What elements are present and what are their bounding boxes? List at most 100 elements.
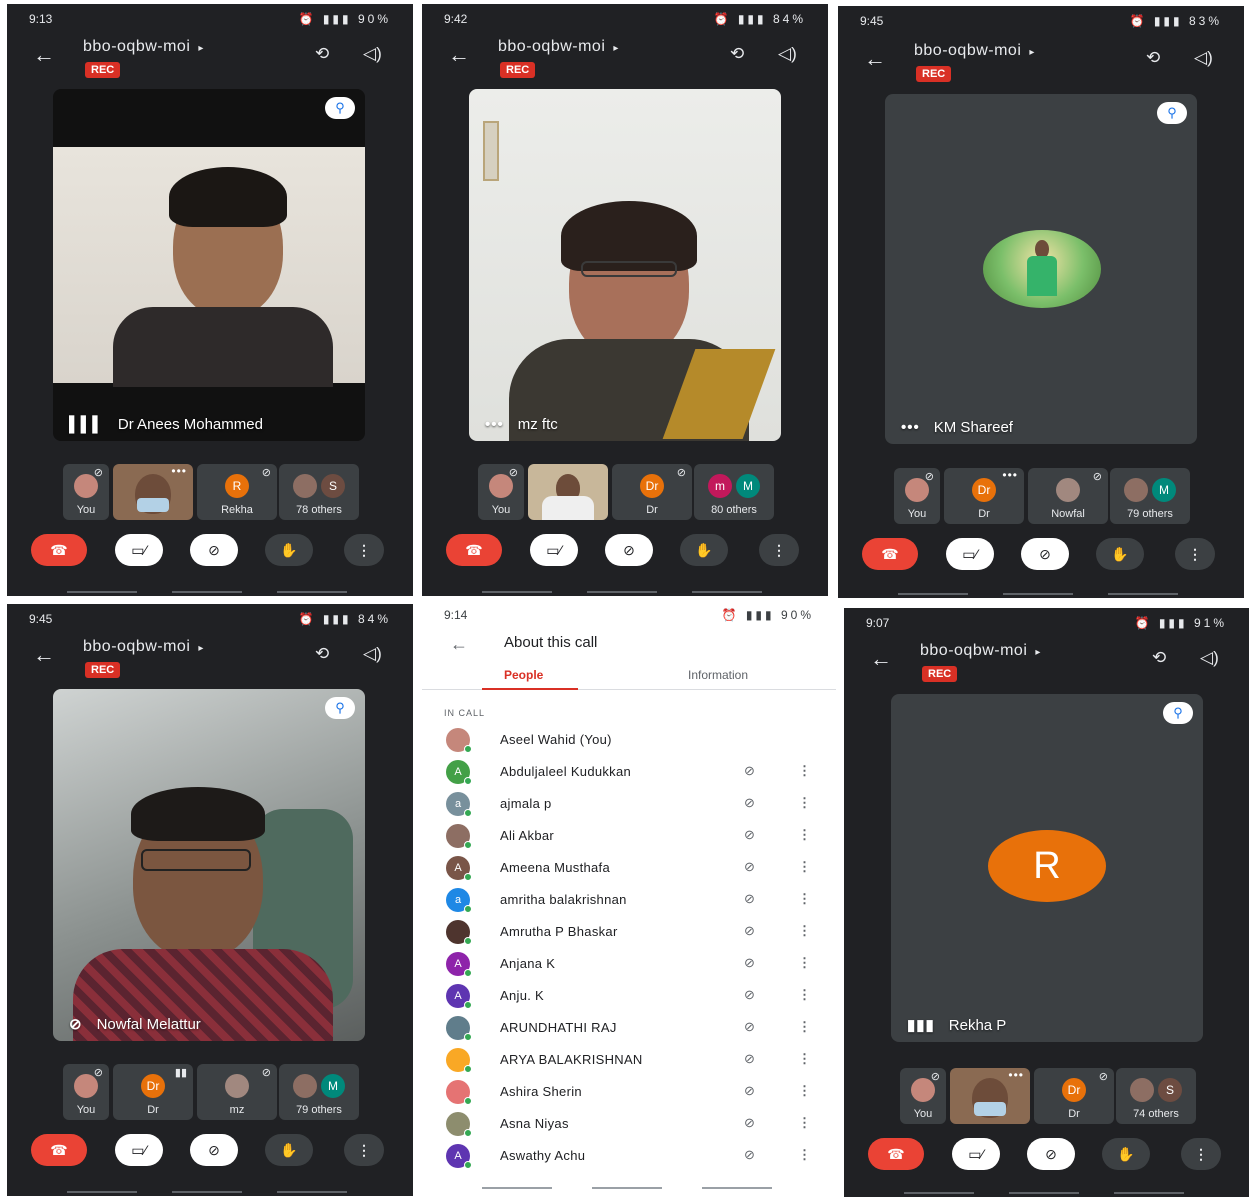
main-video-tile[interactable]: ⚲ ••• KM Shareef	[885, 94, 1197, 444]
camera-switch-icon[interactable]: ⟲	[1146, 48, 1160, 68]
meeting-code[interactable]: bbo-oqbw-moi ▸	[498, 38, 619, 56]
main-video-tile[interactable]: ⚲ ▌▌▌ Dr Anees Mohammed	[53, 89, 365, 441]
mic-off-icon[interactable]: ⊘	[744, 1147, 755, 1163]
back-arrow-icon[interactable]: ←	[33, 42, 55, 68]
more-options-button[interactable]: ⋮	[344, 534, 384, 566]
participant-row[interactable]: Amrutha P Bhaskar ⊘ ⋮	[422, 916, 836, 948]
mic-off-icon[interactable]: ⊘	[744, 795, 755, 811]
camera-switch-icon[interactable]: ⟲	[1152, 648, 1166, 668]
participant-row[interactable]: A Anjana K ⊘ ⋮	[422, 948, 836, 980]
mic-off-icon[interactable]: ⊘	[744, 763, 755, 779]
raise-hand-button[interactable]: ✋	[1096, 538, 1144, 570]
more-vert-icon[interactable]: ⋮	[798, 891, 811, 907]
more-options-button[interactable]: ⋮	[344, 1134, 384, 1166]
pin-icon[interactable]: ⚲	[325, 97, 355, 119]
pin-icon[interactable]: ⚲	[1157, 102, 1187, 124]
thumb-you[interactable]: ⊘ You	[900, 1068, 946, 1124]
hang-up-button[interactable]: ☎	[868, 1138, 924, 1170]
more-vert-icon[interactable]: ⋮	[798, 955, 811, 971]
speaker-icon[interactable]: ◁)	[1194, 48, 1213, 68]
mic-off-button[interactable]: ⊘	[190, 1134, 238, 1166]
hang-up-button[interactable]: ☎	[446, 534, 502, 566]
back-arrow-icon[interactable]: ←	[864, 46, 886, 72]
thumb-others[interactable]: M 79 others	[279, 1064, 359, 1120]
meeting-code[interactable]: bbo-oqbw-moi ▸	[914, 42, 1035, 60]
thumb-you[interactable]: ⊘ You	[478, 464, 524, 520]
more-vert-icon[interactable]: ⋮	[798, 987, 811, 1003]
participant-row[interactable]: ARYA BALAKRISHNAN ⊘ ⋮	[422, 1044, 836, 1076]
thumb-dr[interactable]: ••• Dr Dr	[944, 468, 1024, 524]
thumb-dr[interactable]: ▮▮ Dr Dr	[113, 1064, 193, 1120]
thumb-you[interactable]: ⊘ You	[63, 1064, 109, 1120]
hang-up-button[interactable]: ☎	[862, 538, 918, 570]
hang-up-button[interactable]: ☎	[31, 1134, 87, 1166]
raise-hand-button[interactable]: ✋	[265, 1134, 313, 1166]
camera-off-button[interactable]: ▭⁄	[115, 534, 163, 566]
meeting-code[interactable]: bbo-oqbw-moi ▸	[83, 638, 204, 656]
speaker-icon[interactable]: ◁)	[363, 44, 382, 64]
mic-off-icon[interactable]: ⊘	[744, 1115, 755, 1131]
thumb-you[interactable]: ⊘ You	[894, 468, 940, 524]
back-arrow-icon[interactable]: ←	[870, 646, 892, 672]
thumb-you[interactable]: ⊘ You	[63, 464, 109, 520]
speaker-icon[interactable]: ◁)	[1200, 648, 1219, 668]
thumb-nowfal[interactable]: ⊘ Nowfal	[1028, 468, 1108, 524]
more-vert-icon[interactable]: ⋮	[798, 1147, 811, 1163]
participant-row[interactable]: Aseel Wahid (You)	[422, 724, 836, 756]
participant-row[interactable]: ARUNDHATHI RAJ ⊘ ⋮	[422, 1012, 836, 1044]
mic-off-icon[interactable]: ⊘	[744, 1019, 755, 1035]
participant-row[interactable]: A Abduljaleel Kudukkan ⊘ ⋮	[422, 756, 836, 788]
participant-row[interactable]: A Anju. K ⊘ ⋮	[422, 980, 836, 1012]
thumb-rekha[interactable]: ⊘ R Rekha	[197, 464, 277, 520]
mic-off-icon[interactable]: ⊘	[744, 987, 755, 1003]
raise-hand-button[interactable]: ✋	[265, 534, 313, 566]
mic-off-button[interactable]: ⊘	[1027, 1138, 1075, 1170]
back-arrow-icon[interactable]: ←	[448, 42, 470, 68]
camera-off-button[interactable]: ▭⁄	[530, 534, 578, 566]
more-vert-icon[interactable]: ⋮	[798, 1019, 811, 1035]
tab-information[interactable]: Information	[688, 668, 748, 682]
meeting-code[interactable]: bbo-oqbw-moi ▸	[83, 38, 204, 56]
more-vert-icon[interactable]: ⋮	[798, 923, 811, 939]
thumb-video[interactable]: •••	[950, 1068, 1030, 1124]
more-vert-icon[interactable]: ⋮	[798, 859, 811, 875]
thumb-mz[interactable]: ⊘ mz	[197, 1064, 277, 1120]
mic-off-button[interactable]: ⊘	[190, 534, 238, 566]
thumb-dr[interactable]: ⊘ Dr Dr	[612, 464, 692, 520]
mic-off-button[interactable]: ⊘	[605, 534, 653, 566]
tab-people[interactable]: People	[504, 668, 543, 682]
speaker-icon[interactable]: ◁)	[778, 44, 797, 64]
camera-off-button[interactable]: ▭⁄	[115, 1134, 163, 1166]
camera-off-button[interactable]: ▭⁄	[946, 538, 994, 570]
back-arrow-icon[interactable]: ←	[450, 634, 468, 655]
thumb-others[interactable]: S 74 others	[1116, 1068, 1196, 1124]
thumb-dr[interactable]: ⊘ Dr Dr	[1034, 1068, 1114, 1124]
thumb-video[interactable]: •••	[113, 464, 193, 520]
participant-row[interactable]: A Ameena Musthafa ⊘ ⋮	[422, 852, 836, 884]
more-options-button[interactable]: ⋮	[1181, 1138, 1221, 1170]
mic-off-icon[interactable]: ⊘	[744, 827, 755, 843]
thumb-others[interactable]: m M 80 others	[694, 464, 774, 520]
more-vert-icon[interactable]: ⋮	[798, 827, 811, 843]
more-vert-icon[interactable]: ⋮	[798, 1083, 811, 1099]
raise-hand-button[interactable]: ✋	[680, 534, 728, 566]
more-vert-icon[interactable]: ⋮	[798, 763, 811, 779]
thumb-video[interactable]	[528, 464, 608, 520]
more-vert-icon[interactable]: ⋮	[798, 795, 811, 811]
more-options-button[interactable]: ⋮	[759, 534, 799, 566]
participant-row[interactable]: a ajmala p ⊘ ⋮	[422, 788, 836, 820]
main-video-tile[interactable]: ⚲ ⊘ Nowfal Melattur	[53, 689, 365, 1041]
more-vert-icon[interactable]: ⋮	[798, 1051, 811, 1067]
raise-hand-button[interactable]: ✋	[1102, 1138, 1150, 1170]
hang-up-button[interactable]: ☎	[31, 534, 87, 566]
mic-off-icon[interactable]: ⊘	[744, 923, 755, 939]
more-vert-icon[interactable]: ⋮	[798, 1115, 811, 1131]
more-options-button[interactable]: ⋮	[1175, 538, 1215, 570]
pin-icon[interactable]: ⚲	[325, 697, 355, 719]
back-arrow-icon[interactable]: ←	[33, 642, 55, 668]
participant-row[interactable]: a amritha balakrishnan ⊘ ⋮	[422, 884, 836, 916]
main-video-tile[interactable]: ••• mz ftc	[469, 89, 781, 441]
camera-switch-icon[interactable]: ⟲	[315, 44, 329, 64]
camera-switch-icon[interactable]: ⟲	[315, 644, 329, 664]
mic-off-icon[interactable]: ⊘	[744, 1051, 755, 1067]
